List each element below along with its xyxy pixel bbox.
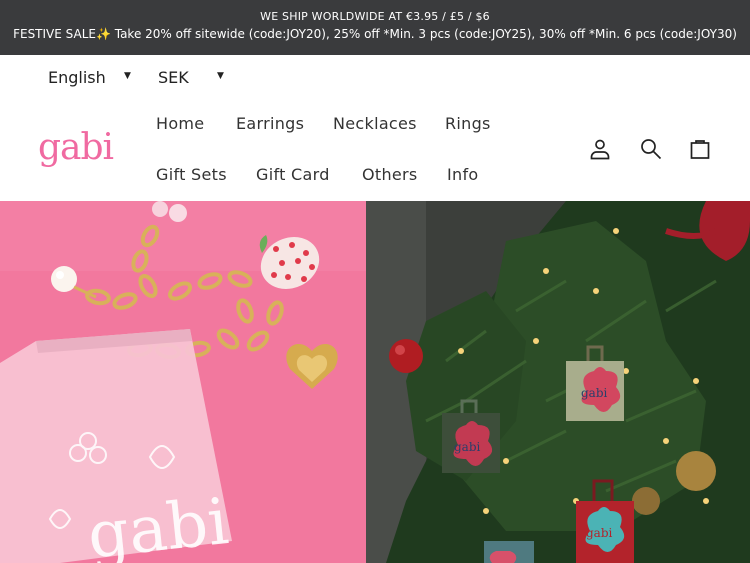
search-icon[interactable] [639, 137, 663, 161]
currency-selector[interactable]: SEK ▼ [158, 68, 224, 87]
bag-print-text: gabi [84, 485, 232, 563]
user-icon[interactable] [588, 137, 612, 161]
gift-bag-print-text: gabi [454, 440, 481, 454]
nav-gift-sets[interactable]: Gift Sets [156, 165, 227, 184]
nav-gift-card[interactable]: Gift Card [256, 165, 330, 184]
bag-icon[interactable] [688, 137, 712, 161]
hero-jewelry-image[interactable]: gabi [0, 201, 366, 563]
nav-others[interactable]: Others [362, 165, 418, 184]
caret-down-icon: ▼ [217, 71, 224, 81]
site-logo[interactable]: gabi [38, 127, 114, 168]
gift-bag-print-text: gabi [581, 386, 608, 400]
currency-value: SEK [158, 68, 189, 87]
announcement-bar: WE SHIP WORLDWIDE AT €3.95 / £5 / $6 FES… [0, 0, 750, 55]
nav-info[interactable]: Info [447, 165, 478, 184]
site-header: English ▼ SEK ▼ gabi Home Earrings Neckl… [0, 55, 750, 201]
nav-necklaces[interactable]: Necklaces [333, 114, 417, 133]
hero-banner[interactable]: gabi gabi gabi gabi [0, 201, 750, 563]
jewelry-illustration: gabi [0, 201, 366, 563]
nav-rings[interactable]: Rings [445, 114, 491, 133]
gift-bag-print-text: gabi [586, 526, 613, 540]
hero-tree-image[interactable]: gabi gabi gabi [366, 201, 750, 563]
shipping-notice: WE SHIP WORLDWIDE AT €3.95 / £5 / $6 [260, 10, 490, 23]
language-value: English [48, 68, 106, 87]
christmas-tree-illustration: gabi gabi gabi [366, 201, 750, 563]
caret-down-icon: ▼ [124, 71, 131, 81]
nav-home[interactable]: Home [156, 114, 204, 133]
sale-notice: FESTIVE SALE✨ Take 20% off sitewide (cod… [13, 27, 737, 41]
nav-earrings[interactable]: Earrings [236, 114, 304, 133]
language-selector[interactable]: English ▼ [48, 68, 131, 87]
